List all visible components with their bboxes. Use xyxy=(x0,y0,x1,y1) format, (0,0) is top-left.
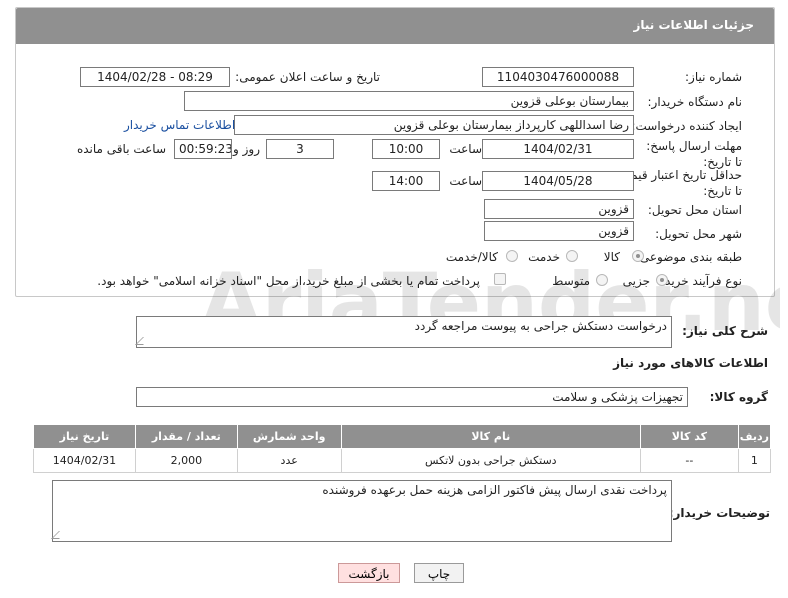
process-medium-radio[interactable] xyxy=(596,274,608,286)
payment-note: پرداخت تمام یا بخشی از مبلغ خرید،از محل … xyxy=(97,274,480,288)
process-partial-label: جزیی xyxy=(622,274,650,288)
col-goods-code: کد کالا xyxy=(639,424,739,449)
col-need-date: تاریخ نیاز xyxy=(33,424,136,449)
description-text: درخواست دستکش جراحی به پیوست مراجعه گردد xyxy=(414,319,667,333)
process-medium-label: متوسط xyxy=(552,274,590,288)
goods-table: ردیف کد کالا نام کالا واحد شمارش تعداد /… xyxy=(33,424,772,473)
days-field: 3 xyxy=(266,139,334,159)
buyer-org-field: بیمارستان بوعلی قزوین xyxy=(184,91,634,111)
delivery-province-field: قزوین xyxy=(484,199,634,219)
buyer-notes-textarea[interactable]: پرداخت نقدی ارسال پیش فاکتور الزامی هزین… xyxy=(51,480,672,542)
buyer-org-label: نام دستگاه خریدار: xyxy=(647,95,743,109)
delivery-city-field: قزوین xyxy=(484,221,634,241)
buyer-contact-link[interactable]: اطلاعات تماس خریدار xyxy=(124,118,235,132)
category-service-label: خدمت xyxy=(528,250,560,264)
print-button[interactable]: چاپ xyxy=(414,563,464,583)
category-goods-radio[interactable] xyxy=(632,250,644,262)
price-time-field: 14:00 xyxy=(372,171,440,191)
delivery-province-label: استان محل تحویل: xyxy=(647,203,742,217)
panel-title: جزئیات اطلاعات نیاز xyxy=(633,18,754,32)
goods-group-label: گروه کالا: xyxy=(709,390,768,404)
buyer-notes-text: پرداخت نقدی ارسال پیش فاکتور الزامی هزین… xyxy=(322,483,667,497)
price-date-field: 1404/05/28 xyxy=(482,171,634,191)
announce-datetime-field: 1404/02/28 - 08:29 xyxy=(80,67,230,87)
treasury-payment-checkbox[interactable] xyxy=(494,273,506,285)
need-number-field: 1104030476000088 xyxy=(482,67,634,87)
buyer-notes-label: توضیحات خریدار: xyxy=(668,506,770,520)
need-number-label: شماره نیاز: xyxy=(685,70,742,84)
description-textarea[interactable]: درخواست دستکش جراحی به پیوست مراجعه گردد xyxy=(135,316,672,348)
creator-label: ایجاد کننده درخواست: xyxy=(631,119,742,133)
cell-unit: عدد xyxy=(236,448,342,473)
price-time-label: ساعت xyxy=(449,174,482,188)
col-quantity: تعداد / مقدار xyxy=(134,424,238,449)
remaining-time-field: 00:59:23 xyxy=(174,139,232,159)
remaining-label: ساعت باقی مانده xyxy=(76,142,166,156)
table-header-row: ردیف کد کالا نام کالا واحد شمارش تعداد /… xyxy=(33,424,772,449)
col-unit: واحد شمارش xyxy=(236,424,342,449)
cell-need-date: 1404/02/31 xyxy=(33,448,136,473)
process-label: نوع فرآیند خرید : xyxy=(657,274,742,288)
process-partial-radio[interactable] xyxy=(656,274,668,286)
reply-date-field: 1404/02/31 xyxy=(482,139,634,159)
cell-goods-code: -- xyxy=(639,448,739,473)
goods-group-field: تجهیزات پزشکی و سلامت xyxy=(136,387,688,407)
creator-field: رضا اسداللهی کارپرداز بیمارستان بوعلی قز… xyxy=(234,115,634,135)
announce-label: تاریخ و ساعت اعلان عمومی: xyxy=(235,70,380,84)
cell-quantity: 2,000 xyxy=(134,448,238,473)
reply-time-field: 10:00 xyxy=(372,139,440,159)
table-row: 1 -- دستکش جراحی بدون لاتکس عدد 2,000 14… xyxy=(33,448,772,473)
panel-header: جزئیات اطلاعات نیاز xyxy=(16,8,774,44)
delivery-city-label: شهر محل تحویل: xyxy=(655,227,742,241)
col-goods-name: نام کالا xyxy=(340,424,641,449)
resize-grip-icon[interactable] xyxy=(135,337,151,345)
description-label: شرح کلی نیاز: xyxy=(682,324,768,338)
reply-deadline-label: مهلت ارسال پاسخ: تا تاریخ: xyxy=(646,139,742,169)
resize-grip-icon[interactable] xyxy=(51,531,67,539)
cell-goods-name: دستکش جراحی بدون لاتکس xyxy=(340,448,641,473)
category-label: طبقه بندی موضوعی: xyxy=(635,250,742,264)
cell-row-number: 1 xyxy=(737,448,772,473)
category-service-radio[interactable] xyxy=(566,250,578,262)
reply-time-label: ساعت xyxy=(449,142,482,156)
category-goods-label: کالا xyxy=(603,250,620,264)
days-and-label: روز و xyxy=(233,142,260,156)
category-both-radio[interactable] xyxy=(506,250,518,262)
category-both-label: کالا/خدمت xyxy=(445,250,498,264)
back-button[interactable]: بازگشت xyxy=(338,563,400,583)
col-row-number: ردیف xyxy=(737,424,772,449)
goods-info-title: اطلاعات کالاهای مورد نیاز xyxy=(613,356,768,370)
